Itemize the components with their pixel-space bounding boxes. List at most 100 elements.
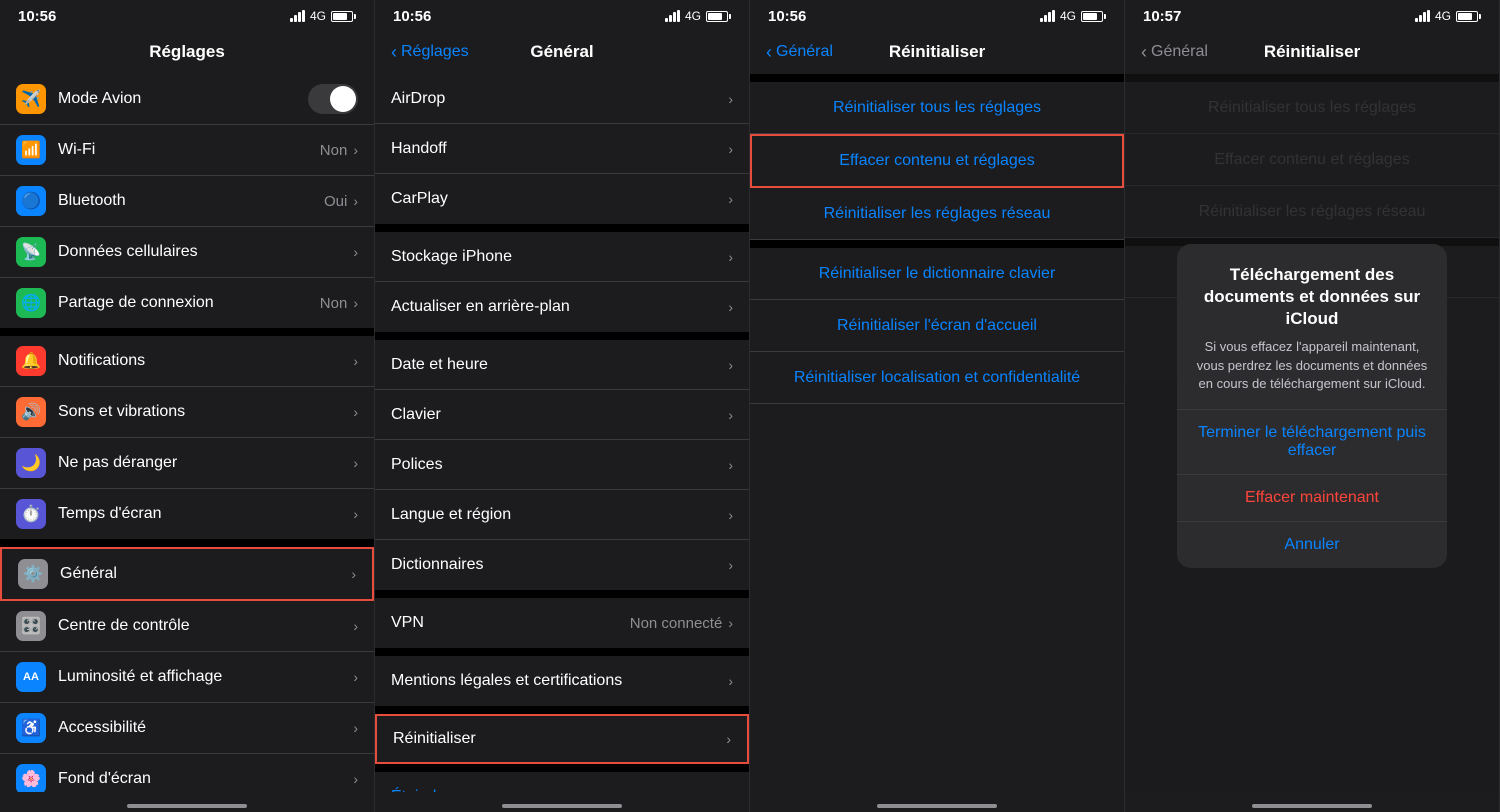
section-storage-group: Stockage iPhone › Actualiser en arrière-…: [375, 232, 749, 332]
spacer-r1: [750, 74, 1124, 82]
value-bluetooth: Oui: [324, 193, 347, 210]
label-notifications: Notifications: [58, 352, 353, 370]
label-datetime: Date et heure: [391, 356, 728, 374]
label-handoff: Handoff: [391, 140, 728, 158]
section-reset-options: Réinitialiser tous les réglages Effacer …: [750, 82, 1124, 240]
label-airdrop: AirDrop: [391, 90, 728, 108]
row-general[interactable]: ⚙️ Général ›: [0, 547, 374, 601]
row-control-center[interactable]: 🎛️ Centre de contrôle ›: [0, 601, 374, 652]
label-btn-effacer: Effacer maintenant: [1245, 489, 1379, 506]
notifications-icon: 🔔: [16, 346, 46, 376]
control-center-icon: 🎛️: [16, 611, 46, 641]
row-fonts[interactable]: Polices ›: [375, 440, 749, 490]
row-airdrop[interactable]: AirDrop ›: [375, 74, 749, 124]
label-bgrefresh: Actualiser en arrière-plan: [391, 298, 728, 316]
settings-list-2: AirDrop › Handoff › CarPlay › Stockage i…: [375, 74, 749, 792]
label-mode-avion: Mode Avion: [58, 90, 308, 108]
chevron-cellular: ›: [353, 244, 358, 260]
row-wallpaper[interactable]: 🌸 Fond d'écran ›: [0, 754, 374, 792]
value-vpn: Non connecté: [630, 615, 723, 632]
battery-1: [331, 11, 356, 22]
reset-ecran-accueil[interactable]: Réinitialiser l'écran d'accueil: [750, 300, 1124, 352]
display-icon: AA: [16, 662, 46, 692]
row-wifi[interactable]: 📶 Wi-Fi Non ›: [0, 125, 374, 176]
chevron-wallpaper: ›: [353, 771, 358, 787]
label-cellular: Données cellulaires: [58, 243, 353, 261]
row-bgrefresh[interactable]: Actualiser en arrière-plan ›: [375, 282, 749, 332]
row-screentime[interactable]: ⏱️ Temps d'écran ›: [0, 489, 374, 539]
row-hotspot[interactable]: 🌐 Partage de connexion Non ›: [0, 278, 374, 328]
chevron-bluetooth: ›: [353, 193, 358, 209]
row-handoff[interactable]: Handoff ›: [375, 124, 749, 174]
row-eteindre[interactable]: Éteindre: [375, 772, 749, 792]
row-accessibility[interactable]: ♿ Accessibilité ›: [0, 703, 374, 754]
status-bar-3: 10:56 4G: [750, 0, 1124, 30]
alert-btn-annuler[interactable]: Annuler: [1177, 522, 1447, 568]
row-carplay[interactable]: CarPlay ›: [375, 174, 749, 224]
reset-tous-reglages[interactable]: Réinitialiser tous les réglages: [750, 82, 1124, 134]
toggle-mode-avion[interactable]: [308, 84, 358, 114]
reset-reglages-reseau[interactable]: Réinitialiser les réglages réseau: [750, 188, 1124, 240]
row-language[interactable]: Langue et région ›: [375, 490, 749, 540]
battery-3: [1081, 11, 1106, 22]
spacer-g4: [375, 648, 749, 656]
hotspot-icon: 🌐: [16, 288, 46, 318]
home-indicator-1: [0, 792, 374, 812]
row-legal[interactable]: Mentions légales et certifications ›: [375, 656, 749, 706]
label-reset-tous: Réinitialiser tous les réglages: [833, 99, 1041, 117]
row-reinitialiser[interactable]: Réinitialiser ›: [375, 714, 749, 764]
accessibility-icon: ♿: [16, 713, 46, 743]
back-chevron-3: ‹: [766, 43, 772, 61]
alert-btn-terminer[interactable]: Terminer le téléchargement puis effacer: [1177, 410, 1447, 475]
reset-effacer-contenu[interactable]: Effacer contenu et réglages: [750, 134, 1124, 188]
label-hotspot: Partage de connexion: [58, 294, 320, 312]
label-accessibility: Accessibilité: [58, 719, 353, 737]
row-keyboard[interactable]: Clavier ›: [375, 390, 749, 440]
signal-bars-2: [665, 10, 680, 22]
back-button-2[interactable]: ‹ Réglages: [391, 43, 469, 61]
section-airdrop-group: AirDrop › Handoff › CarPlay ›: [375, 74, 749, 224]
row-storage[interactable]: Stockage iPhone ›: [375, 232, 749, 282]
chevron-fonts: ›: [728, 457, 733, 473]
airplane-icon: ✈️: [16, 84, 46, 114]
back-chevron-2: ‹: [391, 43, 397, 61]
label-keyboard: Clavier: [391, 406, 728, 424]
network-type-3: 4G: [1060, 9, 1076, 23]
row-dnd[interactable]: 🌙 Ne pas déranger ›: [0, 438, 374, 489]
row-bluetooth[interactable]: 🔵 Bluetooth Oui ›: [0, 176, 374, 227]
value-wifi: Non: [320, 142, 348, 159]
label-general: Général: [60, 565, 351, 583]
label-legal: Mentions légales et certifications: [391, 672, 728, 690]
back-button-3[interactable]: ‹ Général: [766, 43, 833, 61]
panel-general: 10:56 4G ‹ Réglages Général: [375, 0, 750, 812]
reset-localisation[interactable]: Réinitialiser localisation et confidenti…: [750, 352, 1124, 404]
alert-message: Si vous effacez l'appareil maintenant, v…: [1193, 338, 1431, 393]
label-dictionaries: Dictionnaires: [391, 556, 728, 574]
row-notifications[interactable]: 🔔 Notifications ›: [0, 336, 374, 387]
chevron-sounds: ›: [353, 404, 358, 420]
reset-dictionnaire[interactable]: Réinitialiser le dictionnaire clavier: [750, 248, 1124, 300]
alert-btn-effacer[interactable]: Effacer maintenant: [1177, 475, 1447, 522]
row-sounds[interactable]: 🔊 Sons et vibrations ›: [0, 387, 374, 438]
section-general: ⚙️ Général › 🎛️ Centre de contrôle › AA …: [0, 547, 374, 792]
label-btn-terminer: Terminer le téléchargement puis effacer: [1198, 424, 1426, 459]
chevron-keyboard: ›: [728, 407, 733, 423]
row-vpn[interactable]: VPN Non connecté ›: [375, 598, 749, 648]
spacer-g1: [375, 224, 749, 232]
row-datetime[interactable]: Date et heure ›: [375, 340, 749, 390]
row-dictionaries[interactable]: Dictionnaires ›: [375, 540, 749, 590]
section-reinitialiser-group: Réinitialiser ›: [375, 714, 749, 764]
chevron-wifi: ›: [353, 142, 358, 158]
chevron-datetime: ›: [728, 357, 733, 373]
row-display[interactable]: AA Luminosité et affichage ›: [0, 652, 374, 703]
chevron-reinitialiser: ›: [726, 731, 731, 747]
nav-header-1: Réglages: [0, 30, 374, 74]
label-reset-ecran: Réinitialiser l'écran d'accueil: [837, 317, 1037, 335]
row-mode-avion[interactable]: ✈️ Mode Avion: [0, 74, 374, 125]
section-notifications: 🔔 Notifications › 🔊 Sons et vibrations ›…: [0, 336, 374, 539]
label-btn-annuler: Annuler: [1284, 536, 1339, 553]
section-date-group: Date et heure › Clavier › Polices › Lang…: [375, 340, 749, 590]
status-bar-2: 10:56 4G: [375, 0, 749, 30]
section-vpn-group: VPN Non connecté ›: [375, 598, 749, 648]
row-cellular[interactable]: 📡 Données cellulaires ›: [0, 227, 374, 278]
